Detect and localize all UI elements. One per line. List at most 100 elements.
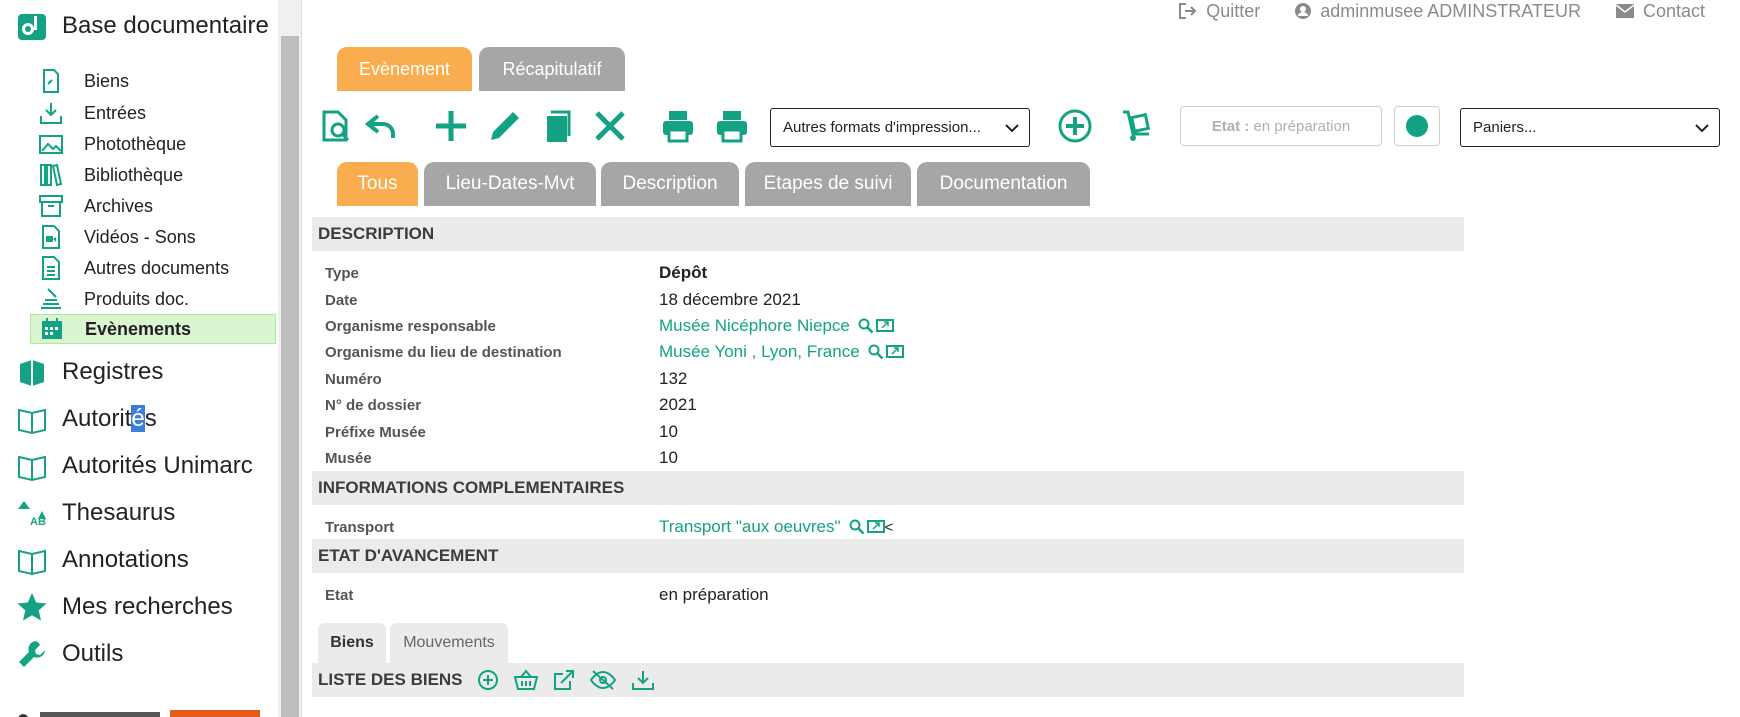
sidebar-item-label: Mes recherches	[62, 593, 233, 620]
copy-button[interactable]	[537, 106, 577, 146]
books-icon	[38, 162, 64, 188]
sidebar-item-label: Autorités	[62, 405, 157, 433]
external-link-icon[interactable]	[553, 669, 575, 691]
sidebar-item-label: Autres documents	[84, 257, 230, 278]
field-value: 10	[659, 422, 678, 441]
sidebar-item-archives[interactable]: Archives	[38, 191, 153, 221]
organisme-link[interactable]: Musée Nicéphore Niepce	[659, 316, 850, 336]
sidebar-item-label: Registres	[62, 358, 164, 385]
sidebar-item-mes-recherches[interactable]: Mes recherches	[16, 591, 233, 623]
field-label: Transport	[325, 518, 395, 536]
sidebar-item-biens[interactable]: Biens	[38, 66, 129, 96]
archive-box-icon	[38, 193, 64, 219]
open-window-icon[interactable]	[866, 519, 885, 535]
add-circle-button[interactable]	[1055, 106, 1095, 146]
biens-icon	[38, 68, 64, 94]
sidebar-item-label: Annotations	[62, 546, 189, 573]
sidebar-item-autorites-unimarc[interactable]: Autorités Unimarc	[16, 450, 253, 482]
svg-text:●: ●	[16, 706, 31, 717]
tab-biens[interactable]: Biens	[318, 623, 386, 663]
organisme-destination-link[interactable]: Musée Yoni , Lyon, France	[659, 342, 860, 362]
sidebar-item-registres[interactable]: Registres	[16, 356, 163, 388]
sidebar-item-thesaurus[interactable]: AB Thesaurus	[16, 497, 175, 529]
open-window-icon[interactable]	[875, 318, 894, 334]
sidebar-item-autres-documents[interactable]: Autres documents	[38, 253, 229, 283]
search-icon[interactable]	[858, 318, 874, 334]
field-label: Organisme du lieu de destination	[325, 343, 562, 361]
sidebar-item-autorites[interactable]: Autorités	[16, 403, 157, 435]
sidebar-item-bibliotheque[interactable]: Bibliothèque	[38, 160, 183, 190]
plus-circle-icon[interactable]	[477, 669, 499, 691]
chevron-down-icon	[1695, 123, 1709, 132]
paniers-select[interactable]: Paniers...	[1460, 108, 1720, 147]
print-format-select[interactable]: Autres formats d'impression...	[770, 108, 1030, 147]
sidebar-scrollbar[interactable]	[278, 0, 302, 717]
tab-recapitulatif[interactable]: Récapitulatif	[479, 47, 625, 91]
sidebar-item-annotations[interactable]: Annotations	[16, 544, 189, 576]
tab-lieu-dates-mvt[interactable]: Lieu-Dates-Mvt	[424, 162, 596, 206]
sidebar-item-evenements[interactable]: Evènements	[30, 314, 276, 344]
search-icon[interactable]	[868, 344, 884, 360]
basket-icon[interactable]	[513, 669, 539, 691]
printer-icon	[717, 111, 747, 143]
sidebar-item-label: Outils	[62, 640, 124, 667]
selected-text: é	[131, 405, 145, 432]
field-value: 18 décembre 2021	[659, 290, 801, 309]
image-icon	[38, 131, 64, 157]
base-documentaire-icon	[16, 10, 48, 42]
inbox-download-icon	[38, 100, 64, 126]
dolly-button[interactable]	[1117, 106, 1157, 146]
user-link[interactable]: adminmusee ADMINSTRATEUR	[1294, 0, 1581, 22]
eye-slash-icon[interactable]	[589, 669, 617, 691]
etat-status-box: Etat : en préparation	[1180, 106, 1382, 146]
tab-etapes-de-suivi[interactable]: Etapes de suivi	[745, 162, 911, 206]
tab-documentation[interactable]: Documentation	[917, 162, 1090, 206]
brand-logo: ●	[0, 705, 270, 717]
print-format-value: Autres formats d'impression...	[783, 119, 981, 136]
tab-mouvements[interactable]: Mouvements	[390, 623, 508, 663]
open-window-icon[interactable]	[885, 344, 904, 360]
tab-evenement[interactable]: Evènement	[337, 47, 472, 91]
field-row: Type Dépôt	[325, 260, 1455, 286]
sidebar-item-outils[interactable]: Outils	[16, 638, 123, 670]
search-icon[interactable]	[849, 519, 865, 535]
sidebar: Base documentaire Biens Entrées Photothè…	[0, 0, 278, 717]
liste-biens-title: LISTE DES BIENS	[318, 670, 463, 689]
field-value: Transport "aux oeuvres" <	[659, 517, 893, 537]
scrollbar-thumb[interactable]	[281, 36, 299, 717]
contact-link[interactable]: Contact	[1615, 0, 1705, 22]
sign-out-icon	[1179, 3, 1197, 19]
preview-button[interactable]	[316, 106, 356, 146]
transport-link[interactable]: Transport "aux oeuvres"	[659, 517, 841, 537]
download-tray-icon[interactable]	[631, 669, 655, 691]
open-book-icon	[16, 450, 48, 482]
quit-link[interactable]: Quitter	[1178, 0, 1260, 22]
print-alt-button[interactable]	[712, 106, 752, 146]
edit-button[interactable]	[485, 106, 525, 146]
delete-button[interactable]	[590, 106, 630, 146]
field-row: Organisme responsable Musée Nicéphore Ni…	[325, 313, 1455, 339]
section-header-informations: INFORMATIONS COMPLEMENTAIRES	[312, 471, 1464, 505]
sidebar-item-entrees[interactable]: Entrées	[38, 98, 146, 128]
tab-tous[interactable]: Tous	[337, 162, 418, 206]
field-row: Musée 10	[325, 445, 1455, 471]
sidebar-item-label: Entrées	[84, 102, 147, 123]
sidebar-item-produits-doc[interactable]: Produits doc.	[38, 284, 189, 314]
field-row: Transport Transport "aux oeuvres" <	[325, 514, 1455, 540]
sidebar-title-label: Base documentaire	[62, 12, 269, 39]
sidebar-item-videos-sons[interactable]: Vidéos - Sons	[38, 222, 196, 252]
document-icon	[38, 255, 64, 281]
sidebar-item-phototheque[interactable]: Photothèque	[38, 129, 186, 159]
sidebar-title-base-documentaire[interactable]: Base documentaire	[16, 10, 269, 42]
field-row: Organisme du lieu de destination Musée Y…	[325, 339, 1455, 365]
chevron-down-icon	[1005, 123, 1019, 132]
hand-truck-icon	[1123, 110, 1151, 141]
contact-label: Contact	[1642, 0, 1705, 21]
add-button[interactable]	[431, 106, 471, 146]
undo-button[interactable]	[362, 106, 402, 146]
tab-description[interactable]: Description	[601, 162, 739, 206]
status-dot-button[interactable]	[1394, 106, 1440, 146]
user-label: adminmusee ADMINSTRATEUR	[1320, 0, 1581, 21]
top-header: Quitter adminmusee ADMINSTRATEUR Contact	[1170, 0, 1740, 22]
print-button[interactable]	[658, 106, 698, 146]
